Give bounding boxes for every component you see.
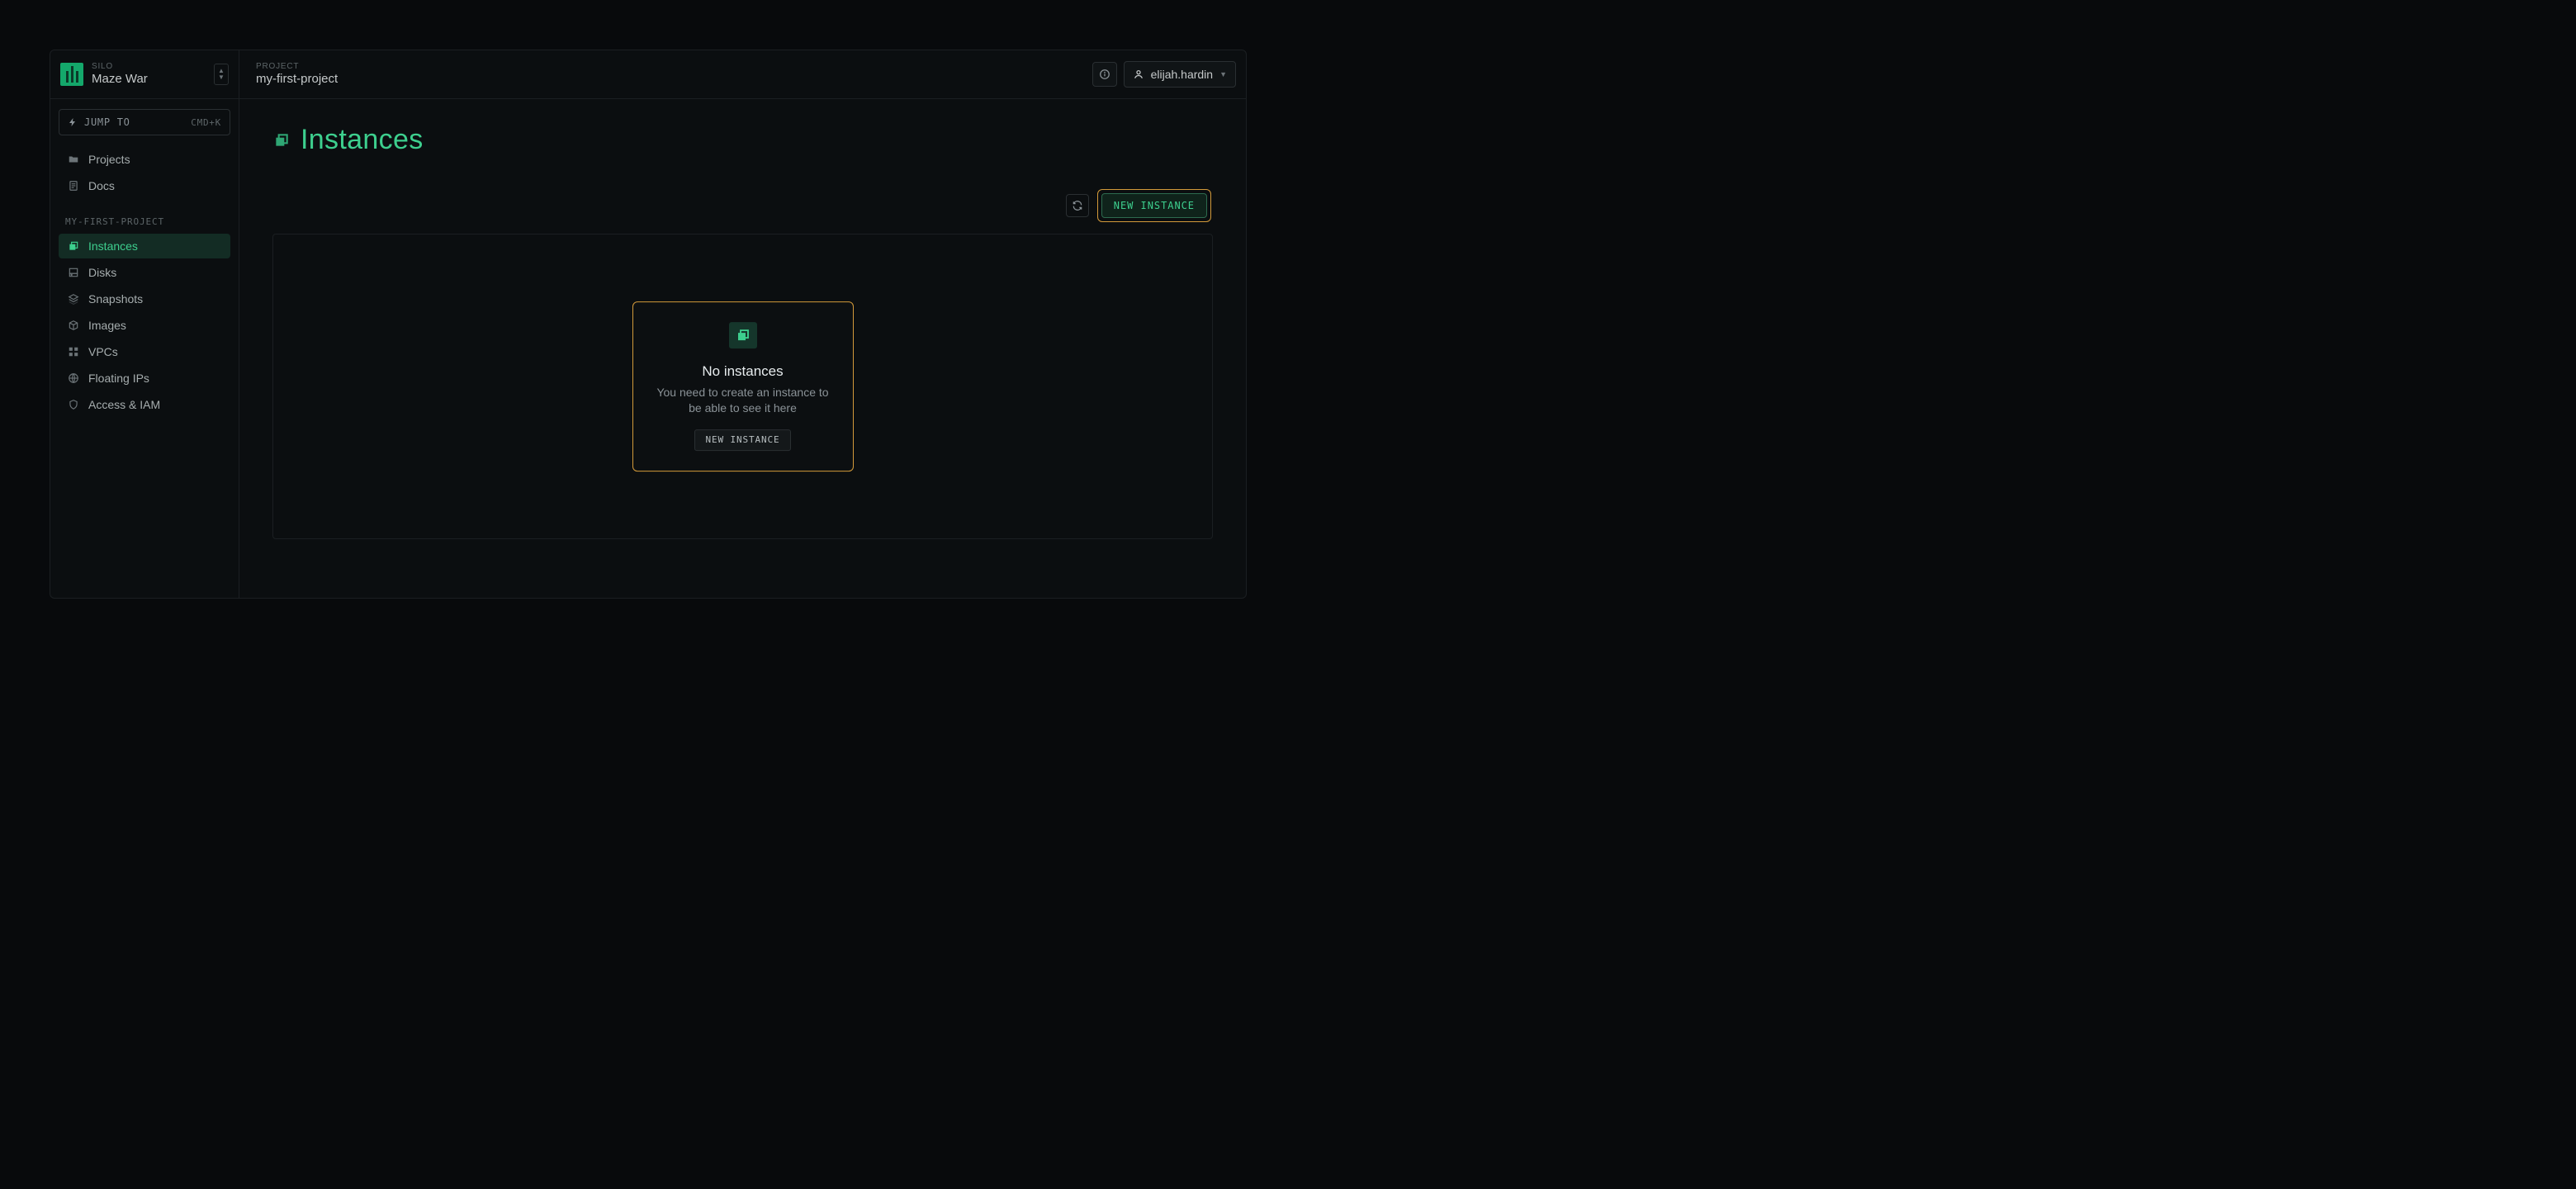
app-window: SILO Maze War ▲▼ PROJECT my-first-projec… <box>50 50 1247 599</box>
sidebar-item-vpcs[interactable]: VPCs <box>59 339 230 364</box>
sidebar: JUMP TO CMD+K Projects <box>50 99 239 598</box>
chevron-down-icon: ▼ <box>1219 70 1227 78</box>
empty-new-instance-button[interactable]: NEW INSTANCE <box>694 429 790 451</box>
new-instance-button[interactable]: NEW INSTANCE <box>1101 193 1207 218</box>
empty-state-description: You need to create an instance to be abl… <box>650 385 836 416</box>
instances-icon <box>729 322 757 348</box>
disk-icon <box>67 266 80 279</box>
sidebar-item-label: Floating IPs <box>88 372 149 385</box>
shield-icon <box>67 398 80 411</box>
project-name: my-first-project <box>256 72 338 87</box>
main-content: Instances NEW INSTANCE No ins <box>239 99 1246 598</box>
sidebar-group-title: MY-FIRST-PROJECT <box>59 210 230 232</box>
document-icon <box>67 179 80 192</box>
info-icon <box>1099 69 1110 80</box>
sidebar-item-snapshots[interactable]: Snapshots <box>59 287 230 311</box>
lightning-icon <box>68 117 78 127</box>
topbar: SILO Maze War ▲▼ PROJECT my-first-projec… <box>50 50 1246 99</box>
project-label: PROJECT <box>256 62 338 72</box>
silo-label: SILO <box>92 62 206 72</box>
user-menu-button[interactable]: elijah.hardin ▼ <box>1124 61 1236 88</box>
instances-panel: No instances You need to create an insta… <box>272 234 1213 539</box>
info-button[interactable] <box>1092 62 1117 87</box>
sidebar-item-label: Disks <box>88 266 116 279</box>
silo-name: Maze War <box>92 72 206 87</box>
page-title: Instances <box>301 124 424 156</box>
silo-switcher-block[interactable]: SILO Maze War ▲▼ <box>50 50 239 98</box>
refresh-icon <box>1072 200 1083 211</box>
sidebar-item-label: Snapshots <box>88 292 143 306</box>
network-icon <box>67 345 80 358</box>
sidebar-item-label: Images <box>88 319 126 332</box>
jump-to-label: JUMP TO <box>84 116 130 128</box>
user-name: elijah.hardin <box>1151 68 1214 81</box>
sidebar-item-label: Projects <box>88 153 130 166</box>
empty-state-title: No instances <box>650 363 836 380</box>
empty-state-card: No instances You need to create an insta… <box>632 301 854 471</box>
sidebar-item-floating-ips[interactable]: Floating IPs <box>59 366 230 391</box>
instances-icon <box>67 239 80 253</box>
instances-icon <box>272 131 291 149</box>
sidebar-item-disks[interactable]: Disks <box>59 260 230 285</box>
sidebar-item-label: Instances <box>88 239 138 253</box>
project-crumb[interactable]: PROJECT my-first-project <box>239 50 1092 98</box>
layers-icon <box>67 292 80 306</box>
highlight-new-instance: NEW INSTANCE <box>1097 189 1211 222</box>
sidebar-item-label: Access & IAM <box>88 398 160 411</box>
sidebar-item-label: VPCs <box>88 345 118 358</box>
globe-icon <box>67 372 80 385</box>
silo-updown-icon[interactable]: ▲▼ <box>214 64 229 85</box>
logo-icon <box>60 63 83 86</box>
sidebar-item-images[interactable]: Images <box>59 313 230 338</box>
sidebar-item-label: Docs <box>88 179 115 192</box>
sidebar-item-instances[interactable]: Instances <box>59 234 230 258</box>
user-icon <box>1133 69 1144 80</box>
cube-icon <box>67 319 80 332</box>
jump-to-button[interactable]: JUMP TO CMD+K <box>59 109 230 135</box>
sidebar-item-access-iam[interactable]: Access & IAM <box>59 392 230 417</box>
sidebar-item-projects[interactable]: Projects <box>59 147 230 172</box>
sidebar-item-docs[interactable]: Docs <box>59 173 230 198</box>
refresh-button[interactable] <box>1066 194 1089 217</box>
folder-icon <box>67 153 80 166</box>
jump-to-hint: CMD+K <box>191 117 221 128</box>
